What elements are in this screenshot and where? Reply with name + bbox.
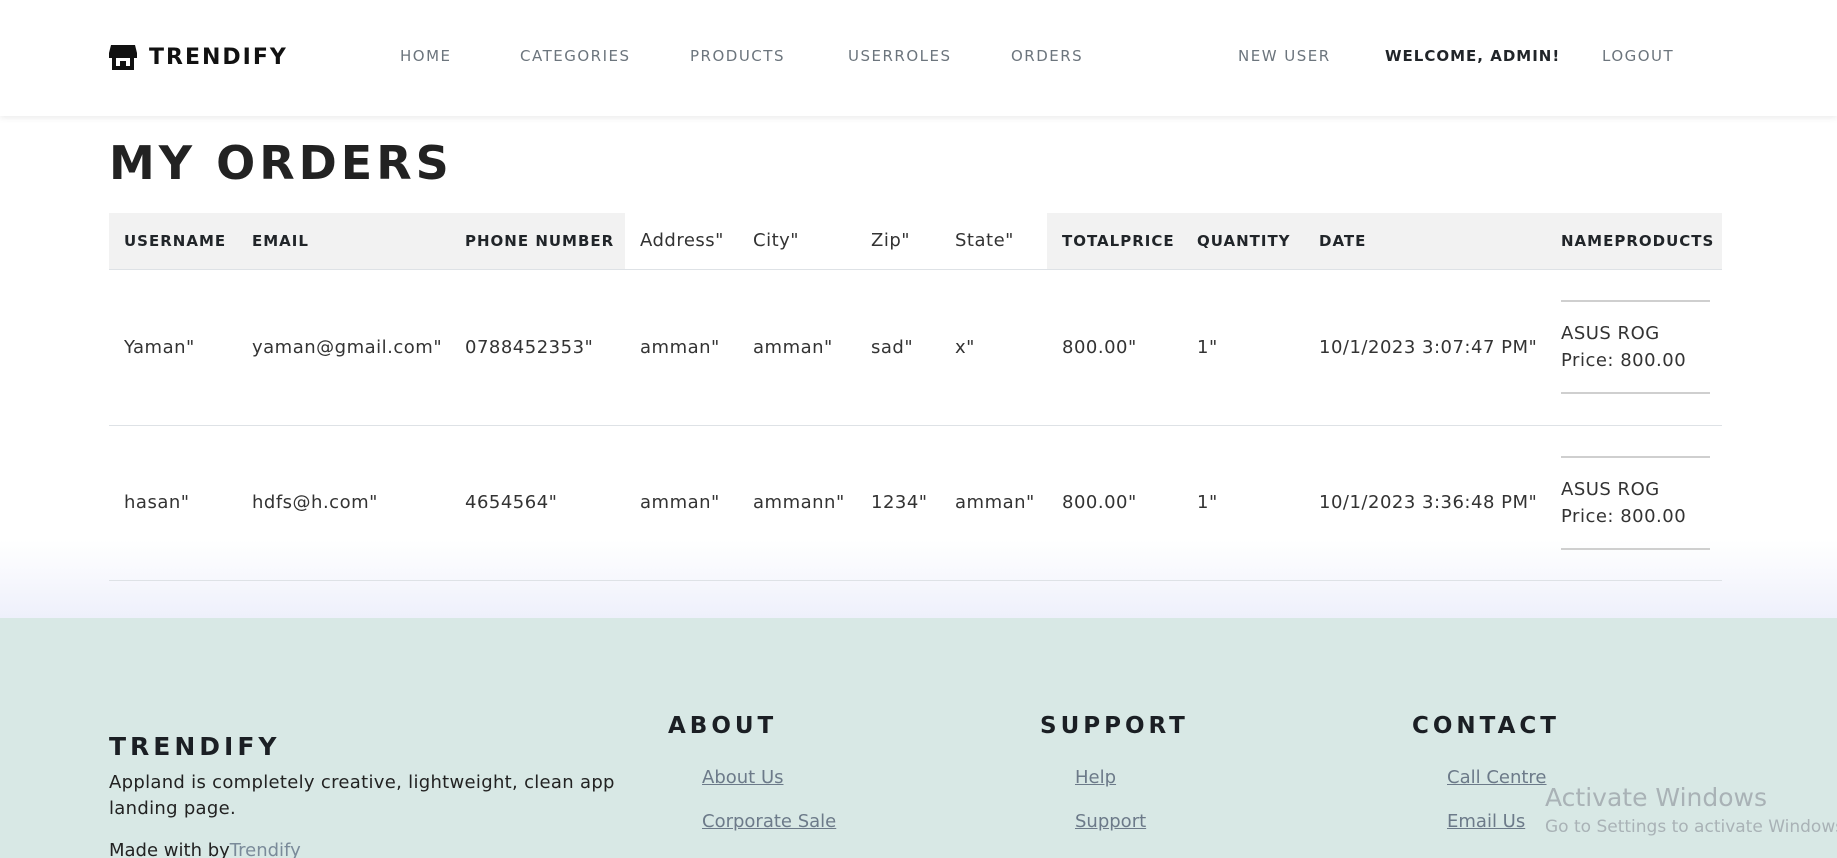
cell-products: ASUS ROG Price: 800.00 bbox=[1546, 269, 1722, 426]
footer-brand: TRENDIFY bbox=[109, 732, 281, 761]
product-name: ASUS ROG bbox=[1561, 478, 1660, 500]
cell-state: x" bbox=[940, 269, 1047, 426]
top-navbar: TRENDIFY HOME CATEGORIES PRODUCTS USERRO… bbox=[0, 0, 1837, 116]
brand-name: TRENDIFY bbox=[149, 44, 288, 70]
nav-orders[interactable]: ORDERS bbox=[1011, 47, 1083, 65]
column-header: NAMEPRODUCTS bbox=[1546, 213, 1722, 270]
product-list: ASUS ROG Price: 800.00 bbox=[1561, 300, 1710, 394]
product-price: Price: 800.00 bbox=[1561, 350, 1687, 371]
cell-zip: sad" bbox=[856, 269, 940, 426]
column-header: City" bbox=[738, 213, 856, 270]
cell-email: hdfs@h.com" bbox=[237, 425, 450, 581]
footer-contact-title: CONTACT bbox=[1412, 713, 1560, 739]
cell-city: amman" bbox=[738, 269, 856, 426]
page-title: MY ORDERS bbox=[109, 136, 453, 190]
product-price: Price: 800.00 bbox=[1561, 505, 1687, 527]
cell-quantity: 1" bbox=[1182, 425, 1304, 581]
cell-date: 10/1/2023 3:07:47 PM" bbox=[1304, 269, 1546, 426]
column-header: EMAIL bbox=[237, 213, 450, 270]
cell-quantity: 1" bbox=[1182, 269, 1304, 426]
footer-link-email-us[interactable]: Email Us bbox=[1447, 811, 1525, 832]
cell-phone: 0788452353" bbox=[450, 269, 625, 426]
column-header: Zip" bbox=[856, 213, 940, 270]
nav-userroles[interactable]: USERROLES bbox=[848, 47, 952, 65]
cell-username: Yaman" bbox=[109, 269, 237, 426]
cell-total-price: 800.00" bbox=[1047, 425, 1182, 581]
windows-activation-watermark-subtitle: Go to Settings to activate Windows. bbox=[1545, 817, 1837, 837]
cell-date: 10/1/2023 3:36:48 PM" bbox=[1304, 425, 1546, 581]
column-header: USERNAME bbox=[109, 213, 237, 270]
table-row: Yaman" yaman@gmail.com" 0788452353" amma… bbox=[109, 269, 1722, 426]
cell-address: amman" bbox=[625, 269, 738, 426]
cell-username: hasan" bbox=[109, 425, 237, 581]
cell-total-price: 800.00" bbox=[1047, 269, 1182, 426]
column-header: PHONE NUMBER bbox=[450, 213, 625, 270]
column-header: QUANTITY bbox=[1182, 213, 1304, 270]
cell-email: yaman@gmail.com" bbox=[237, 269, 450, 426]
footer-link-about-us[interactable]: About Us bbox=[702, 767, 784, 788]
column-header: State" bbox=[940, 213, 1047, 270]
column-header: TOTALPRICE bbox=[1047, 213, 1182, 270]
cell-phone: 4654564" bbox=[450, 425, 625, 581]
windows-activation-watermark-title: Activate Windows bbox=[1545, 783, 1767, 812]
welcome-admin-label[interactable]: WELCOME, ADMIN! bbox=[1385, 47, 1560, 65]
product-name: ASUS ROG bbox=[1561, 323, 1660, 344]
store-icon bbox=[109, 45, 137, 70]
footer-link-support[interactable]: Support bbox=[1075, 811, 1146, 832]
nav-home[interactable]: HOME bbox=[400, 47, 452, 65]
nav-new-user[interactable]: NEW USER bbox=[1238, 47, 1331, 65]
nav-products[interactable]: PRODUCTS bbox=[690, 47, 785, 65]
table-row: hasan" hdfs@h.com" 4654564" amman" amman… bbox=[109, 425, 1722, 581]
made-with-text: Made with by bbox=[109, 840, 230, 858]
cell-products: ASUS ROG Price: 800.00 bbox=[1546, 425, 1722, 581]
footer-link-corporate-sale[interactable]: Corporate Sale bbox=[702, 811, 836, 832]
cell-address: amman" bbox=[625, 425, 738, 581]
brand-logo-link[interactable]: TRENDIFY bbox=[109, 42, 288, 72]
footer-made-with: Made with byTrendify bbox=[109, 840, 301, 858]
footer-link-call-centre[interactable]: Call Centre bbox=[1447, 767, 1547, 788]
footer-description: Appland is completely creative, lightwei… bbox=[109, 772, 615, 819]
nav-logout[interactable]: LOGOUT bbox=[1602, 47, 1674, 65]
made-with-link[interactable]: Trendify bbox=[230, 840, 301, 858]
product-list: ASUS ROG Price: 800.00 bbox=[1561, 455, 1710, 550]
column-header: Address" bbox=[625, 213, 738, 270]
cell-city: ammann" bbox=[738, 425, 856, 581]
table-header-row: USERNAME EMAIL PHONE NUMBER Address" Cit… bbox=[109, 213, 1722, 270]
cell-zip: 1234" bbox=[856, 425, 940, 581]
footer-support-title: SUPPORT bbox=[1040, 713, 1189, 739]
nav-categories[interactable]: CATEGORIES bbox=[520, 47, 631, 65]
cell-state: amman" bbox=[940, 425, 1047, 581]
footer-link-help[interactable]: Help bbox=[1075, 767, 1116, 788]
column-header: DATE bbox=[1304, 213, 1546, 270]
footer-about-title: ABOUT bbox=[668, 713, 778, 739]
orders-table: USERNAME EMAIL PHONE NUMBER Address" Cit… bbox=[109, 213, 1722, 581]
